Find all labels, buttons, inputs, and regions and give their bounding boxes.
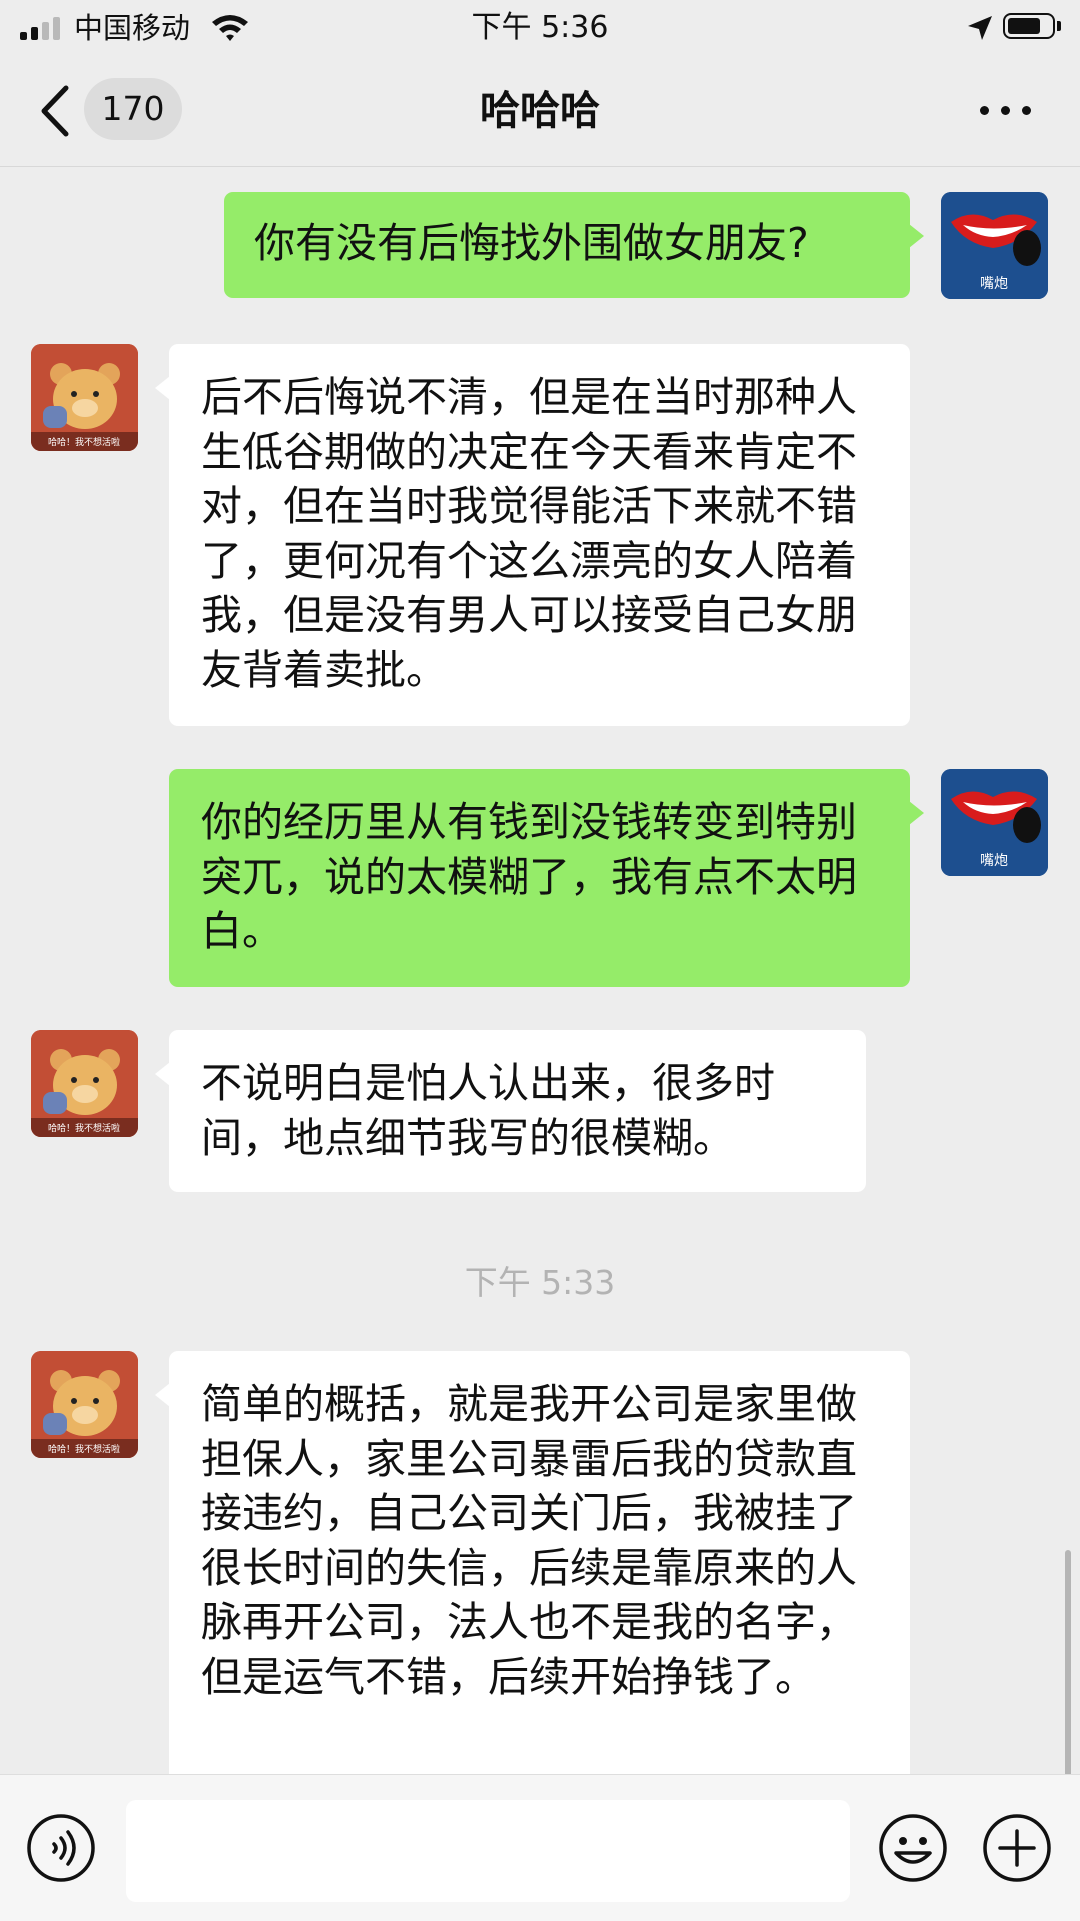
message-list[interactable]: 你有没有后悔找外围做女朋友? 嘴炮 哈哈！我不想活啦 后不后悔说不清，但是在当时…	[0, 166, 1080, 1774]
status-time: 下午 5:36	[471, 10, 609, 45]
plus-icon[interactable]	[982, 1813, 1052, 1883]
location-arrow-icon	[968, 16, 992, 40]
chat-title: 哈哈哈	[480, 88, 600, 134]
avatar-caption: 哈哈！我不想活啦	[48, 436, 120, 448]
message-input[interactable]	[126, 1800, 850, 1902]
message-bubble-sent[interactable]: 你的经历里从有钱到没钱转变到特别突兀，说的太模糊了，我有点不太明白。	[169, 769, 924, 987]
input-bar	[0, 1774, 1080, 1921]
avatar[interactable]: 哈哈！我不想活啦	[31, 1030, 138, 1137]
battery-cap	[1057, 21, 1061, 31]
teddy-bear-icon: 哈哈！我不想活啦	[31, 344, 138, 451]
teddy-bear-icon: 哈哈！我不想活啦	[31, 1351, 138, 1458]
nav-bar: 170 哈哈哈	[0, 56, 1080, 167]
avatar-caption: 哈哈！我不想活啦	[48, 1443, 120, 1455]
status-bar: 中国移动 下午 5:36	[0, 0, 1080, 56]
emoji-icon[interactable]	[878, 1813, 948, 1883]
avatar-caption: 嘴炮	[980, 853, 1008, 869]
avatar[interactable]: 哈哈！我不想活啦	[31, 344, 138, 451]
lips-icon: 嘴炮	[941, 769, 1048, 876]
scrollbar[interactable]	[1065, 1550, 1071, 1774]
avatar[interactable]: 嘴炮	[941, 769, 1048, 876]
more-dots-icon[interactable]	[980, 102, 1032, 118]
avatar[interactable]: 嘴炮	[941, 192, 1048, 299]
teddy-bear-icon: 哈哈！我不想活啦	[31, 1030, 138, 1137]
avatar-caption: 哈哈！我不想活啦	[48, 1122, 120, 1134]
voice-icon[interactable]	[26, 1813, 96, 1883]
message-timestamp: 下午 5:33	[464, 1263, 616, 1302]
avatar[interactable]: 哈哈！我不想活啦	[31, 1351, 138, 1458]
message-bubble-received[interactable]: 后不后悔说不清，但是在当时那种人生低谷期做的决定在今天看来肯定不对，但在当时我觉…	[155, 344, 910, 726]
lips-icon: 嘴炮	[941, 192, 1048, 299]
message-bubble-received[interactable]: 简单的概括，就是我开公司是家里做担保人，家里公司暴雷后我的贷款直接违约，自己公司…	[155, 1351, 910, 1774]
message-bubble-sent[interactable]: 你有没有后悔找外围做女朋友?	[224, 192, 924, 298]
battery-icon	[1003, 13, 1055, 39]
message-bubble-received[interactable]: 不说明白是怕人认出来，很多时间，地点细节我写的很模糊。	[155, 1030, 866, 1192]
avatar-caption: 嘴炮	[980, 276, 1008, 292]
